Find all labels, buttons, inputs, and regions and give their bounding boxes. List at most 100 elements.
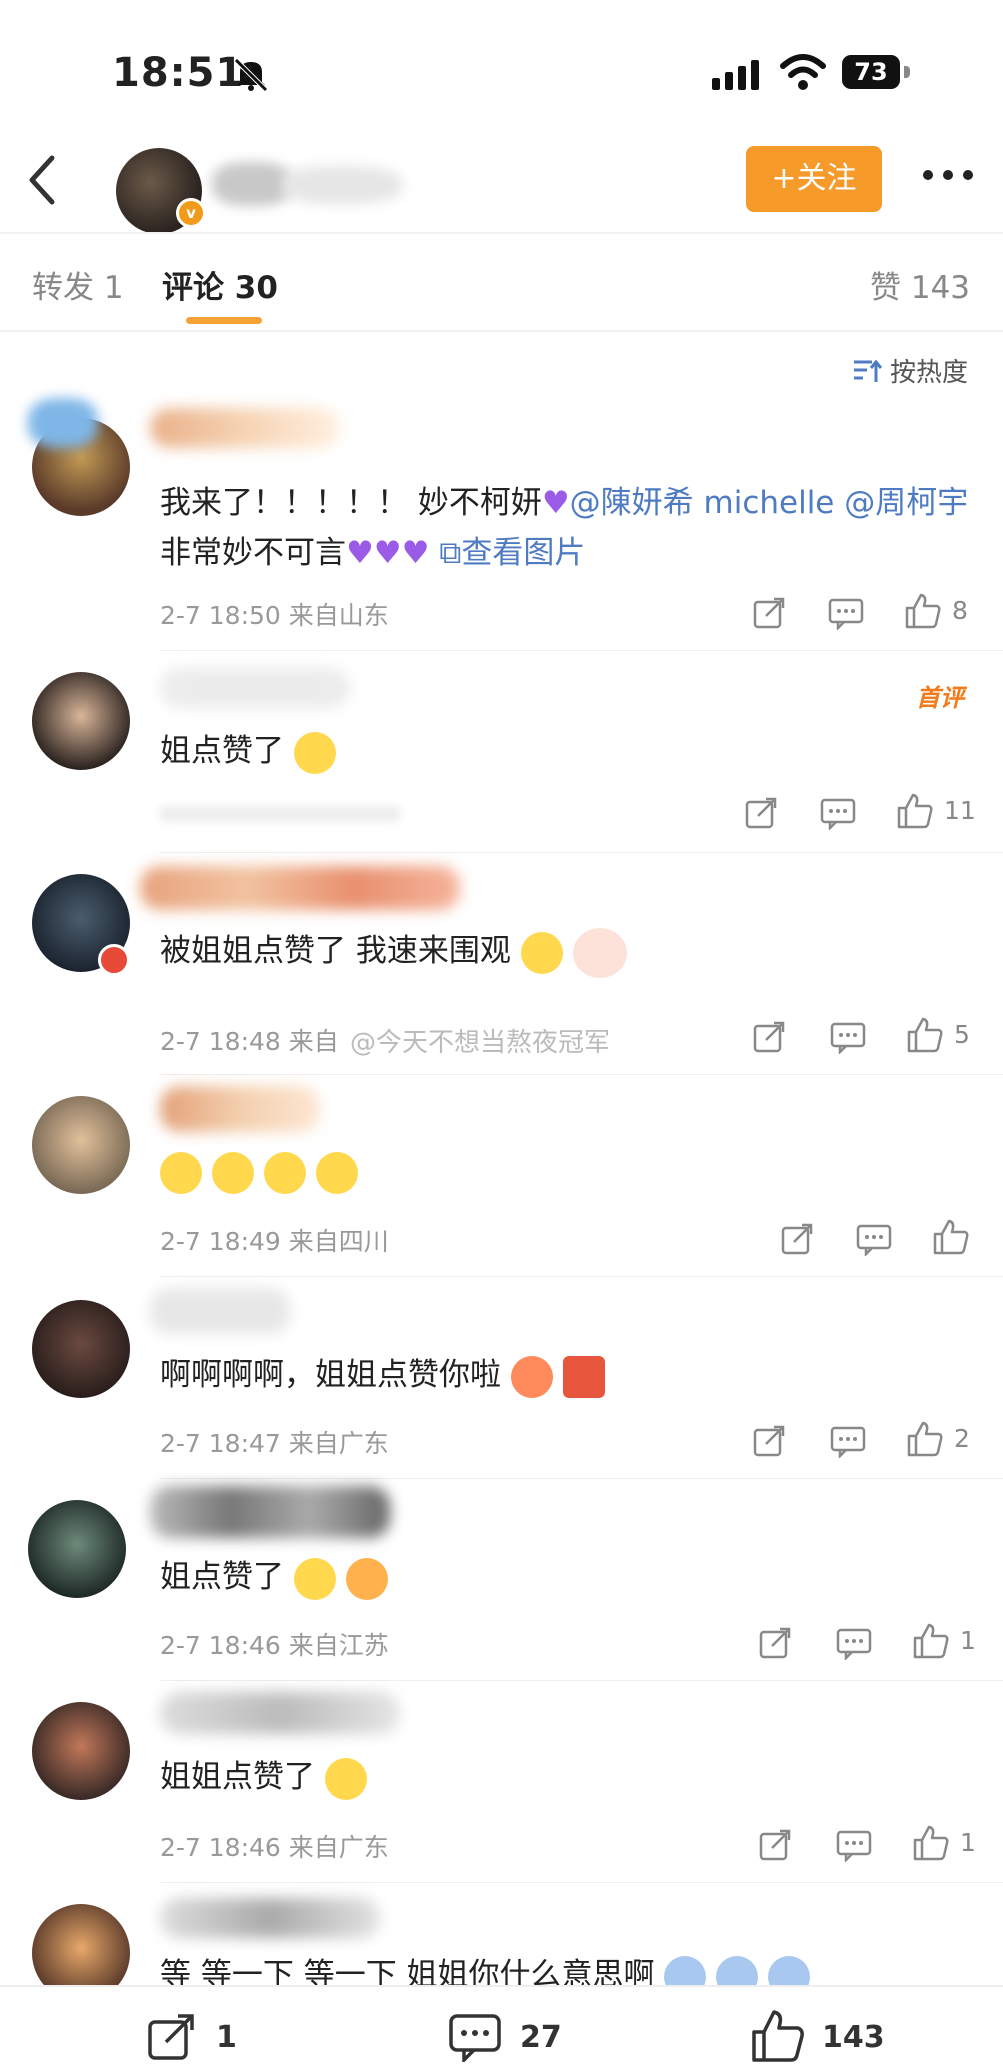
comment-separator (160, 1680, 1003, 1681)
commenter-name[interactable] (150, 1288, 290, 1334)
crying-emoji-icon (293, 731, 336, 774)
comment-avatar[interactable] (32, 672, 130, 770)
comment-body: 啊啊啊啊，姐姐点赞你啦 (160, 1357, 501, 1393)
sort-icon[interactable] (852, 356, 882, 386)
pleading-emoji-icon (160, 1151, 202, 1194)
comment-avatar[interactable] (32, 1702, 130, 1800)
share-icon[interactable] (752, 596, 786, 630)
cellular-signal-icon (712, 60, 759, 90)
reply-icon[interactable] (830, 1424, 866, 1458)
comment-separator (160, 1882, 1003, 1883)
comment-separator (160, 650, 1003, 651)
comment-meta: 2-7 18:46 来自广东 (160, 1833, 389, 1862)
crying-emoji-icon (293, 1557, 336, 1600)
commenter-name[interactable] (160, 1898, 380, 1938)
first-comment-badge: 首评 (916, 684, 964, 712)
reply-icon[interactable] (830, 1020, 866, 1054)
share-icon[interactable] (752, 1020, 786, 1054)
commenter-name[interactable] (160, 1692, 400, 1734)
back-arrow-icon[interactable] (22, 150, 62, 210)
like-count: 1 (960, 1626, 976, 1655)
commenter-name[interactable] (140, 866, 460, 910)
reply-icon[interactable] (856, 1222, 892, 1256)
like-icon[interactable] (750, 2008, 806, 2064)
comment-meta: 2-7 18:48 来自 (160, 1027, 339, 1056)
comment-avatar[interactable] (32, 1096, 130, 1194)
battery-icon: 73 (842, 55, 912, 91)
share-icon[interactable] (780, 1222, 814, 1256)
comment-body: 姐姐点赞了 (160, 1759, 315, 1795)
comment-separator (160, 1478, 1003, 1479)
mention-link[interactable]: @周柯宇 (844, 485, 968, 521)
wifi-icon (780, 54, 826, 90)
reply-icon[interactable] (828, 596, 864, 630)
comment-separator (160, 1276, 1003, 1277)
tab-likes[interactable]: 赞 143 (870, 262, 970, 307)
mention-link[interactable]: @陳妍希 michelle (570, 485, 835, 521)
pleading-emoji-icon (263, 1151, 306, 1194)
share-icon[interactable] (758, 1828, 792, 1862)
tabs-divider (0, 330, 1003, 332)
more-options-icon[interactable] (920, 160, 976, 190)
author-name[interactable] (212, 150, 412, 220)
comment-body: 姐点赞了 (160, 1559, 284, 1595)
like-count: 8 (952, 596, 968, 625)
repost-icon[interactable] (146, 2012, 196, 2062)
comment-body: 我来了！！！！！ 妙不柯妍 (160, 485, 542, 521)
zan-sticker-icon (562, 1355, 605, 1398)
silent-bell-icon (234, 58, 268, 92)
comment-meta: 2-7 18:50 来自山东 (160, 601, 389, 630)
comment-text: 姐点赞了 (160, 1552, 980, 1602)
reply-icon[interactable] (836, 1828, 872, 1862)
commenter-name[interactable] (150, 1486, 390, 1538)
like-icon[interactable] (906, 1016, 944, 1054)
tab-comments[interactable]: 评论 30 (162, 262, 278, 307)
like-icon[interactable] (896, 792, 934, 830)
reply-icon[interactable] (836, 1626, 872, 1660)
reply-icon[interactable] (820, 796, 856, 830)
share-icon[interactable] (758, 1626, 792, 1660)
commenter-name[interactable] (160, 668, 350, 708)
comment-icon[interactable] (448, 2012, 502, 2062)
share-icon[interactable] (744, 796, 778, 830)
tab-repost[interactable]: 转发 1 (32, 262, 124, 307)
follow-button[interactable]: +关注 (746, 146, 882, 212)
comment-count[interactable]: 27 (520, 2020, 562, 2055)
comment-text: 啊啊啊啊，姐姐点赞你啦 (160, 1350, 980, 1400)
purple-heart-icon: ♥ (541, 485, 570, 521)
share-icon[interactable] (752, 1424, 786, 1458)
like-count-total[interactable]: 143 (822, 2020, 885, 2055)
comment-text: 姐姐点赞了 (160, 1752, 980, 1802)
comment-meta (160, 806, 400, 822)
like-icon[interactable] (912, 1622, 950, 1660)
commenter-name[interactable] (150, 408, 340, 448)
like-count: 11 (944, 796, 976, 825)
comment-meta: 2-7 18:46 来自江苏 (160, 1631, 389, 1660)
like-count: 5 (954, 1020, 970, 1049)
repost-count[interactable]: 1 (216, 2020, 237, 2055)
comment-separator (160, 852, 1003, 853)
like-icon[interactable] (912, 1824, 950, 1862)
sort-by-hot-button[interactable]: 按热度 (890, 352, 968, 389)
comment-separator (160, 1074, 1003, 1075)
status-time: 18:51 (112, 50, 245, 96)
avatar-decoration (28, 398, 98, 448)
like-icon[interactable] (906, 1420, 944, 1458)
pleading-emoji-icon (315, 1151, 358, 1194)
watermark: @今天不想当熬夜冠军 (350, 1028, 611, 1058)
active-tab-indicator (186, 317, 262, 324)
comment-text (160, 1146, 980, 1196)
pig-sticker-icon (572, 927, 627, 978)
like-icon[interactable] (904, 592, 942, 630)
comment-text: 被姐姐点赞了 我速来围观 (160, 926, 980, 978)
comment-avatar[interactable] (32, 1300, 130, 1398)
view-image-label: 查看图片 (461, 535, 586, 571)
comment-avatar[interactable] (28, 1500, 126, 1598)
purple-heart-icon: ♥♥♥ (346, 535, 430, 571)
view-image-link[interactable]: ⧉查看图片 (439, 535, 585, 571)
comment-meta: 2-7 18:47 来自广东 (160, 1429, 389, 1458)
like-icon[interactable] (932, 1218, 970, 1256)
verified-badge-icon: v (176, 198, 206, 228)
comment-body: 非常妙不可言 (160, 535, 346, 571)
commenter-name[interactable] (160, 1086, 320, 1132)
